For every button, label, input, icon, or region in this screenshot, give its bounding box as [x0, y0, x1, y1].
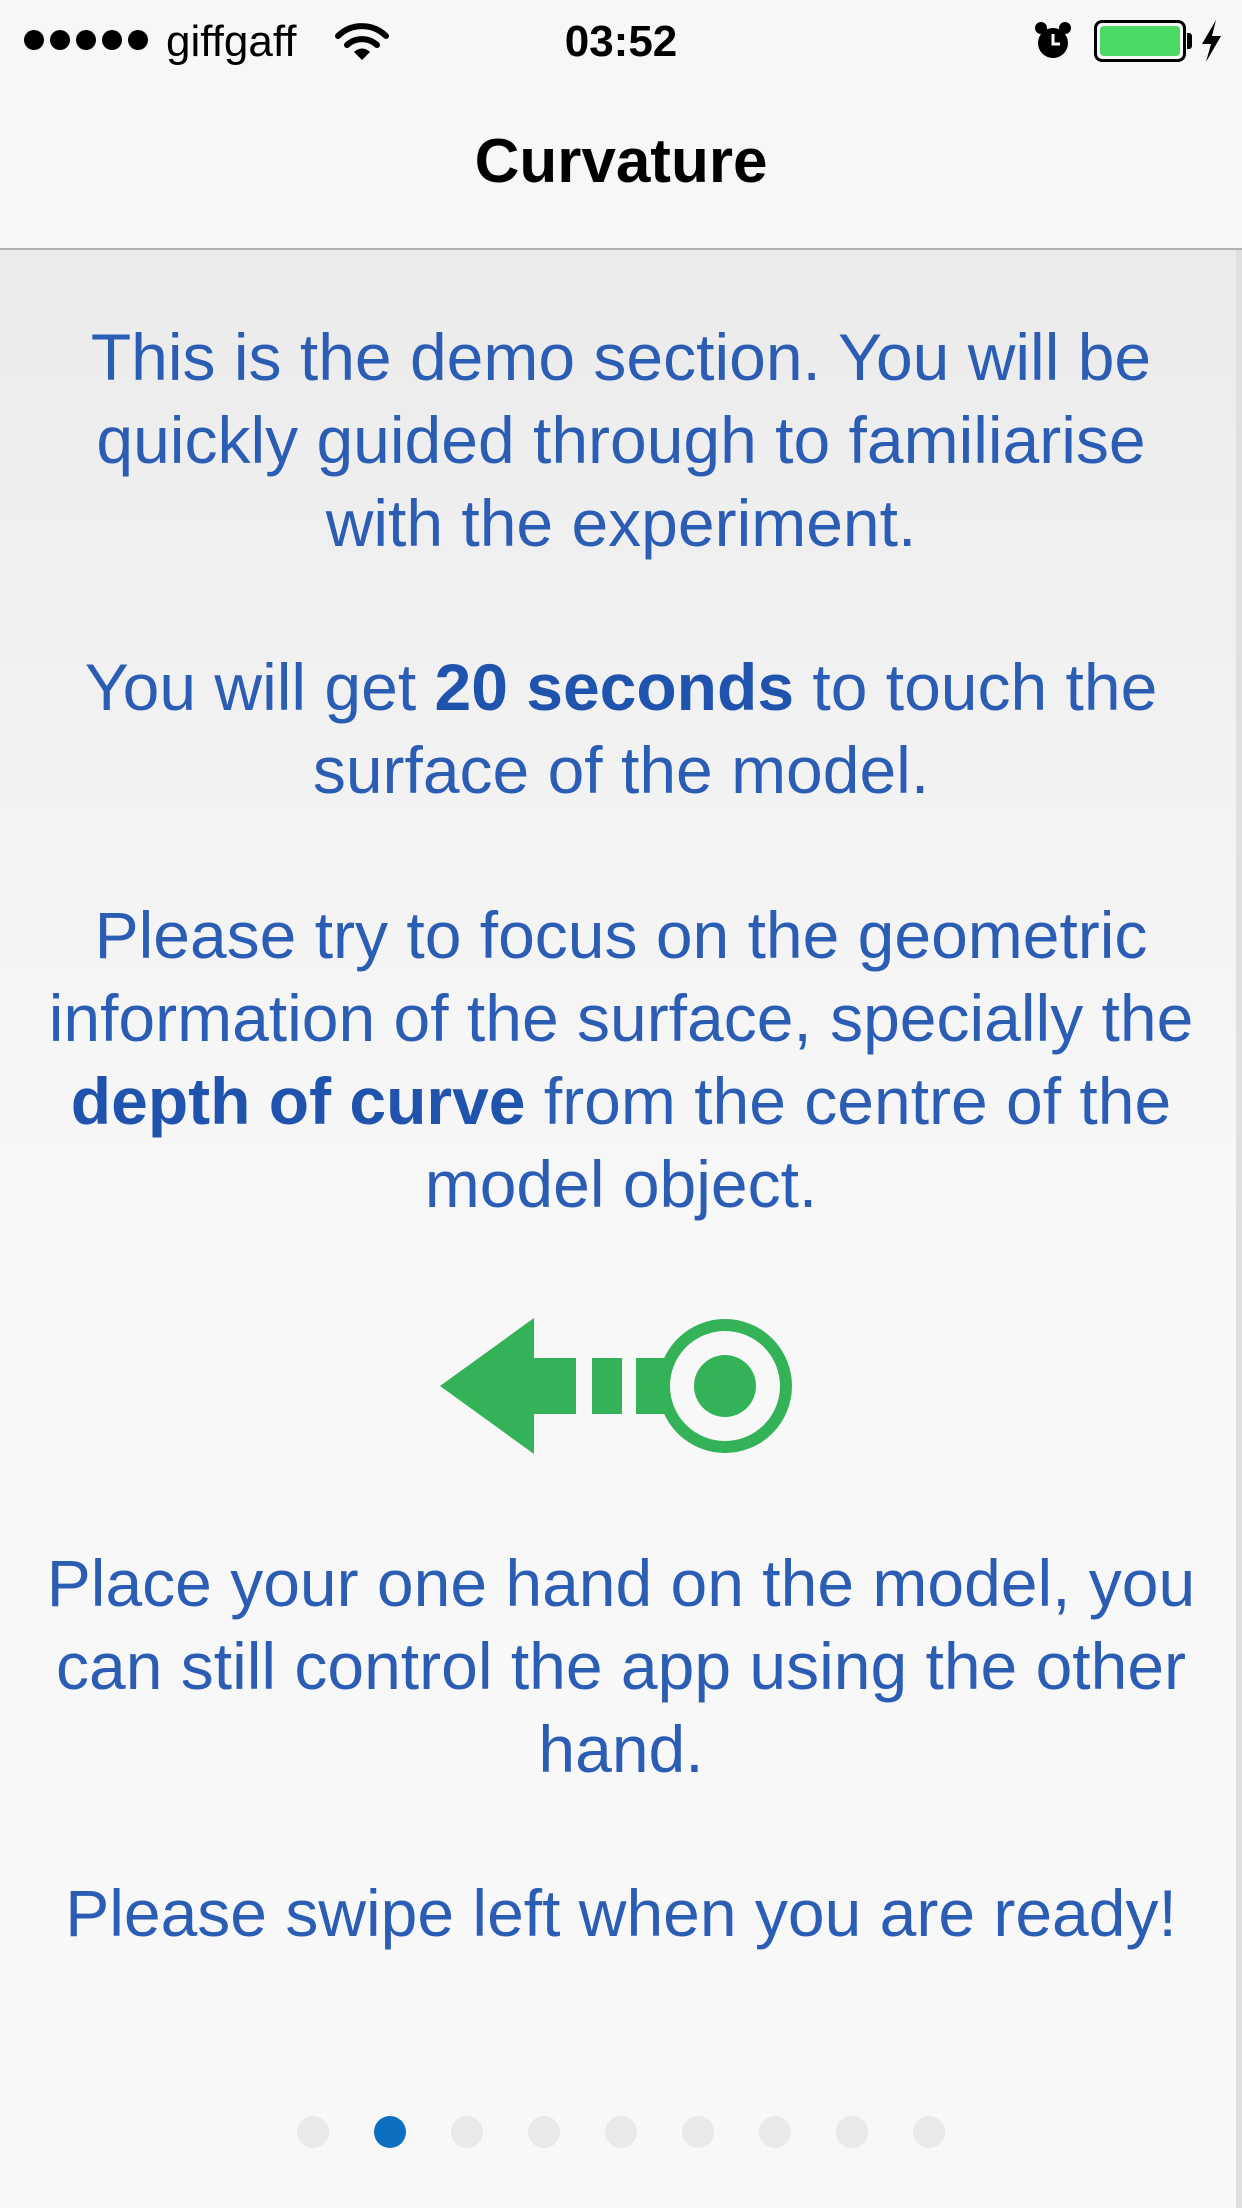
- charging-bolt-icon: [1202, 20, 1221, 62]
- hand-placement-paragraph: Place your one hand on the model, you ca…: [46, 1546, 1196, 1786]
- app-screen: giffgaff 03:52 Curvature This is the dem…: [0, 0, 1242, 2208]
- page-dot-1[interactable]: [297, 2116, 329, 2148]
- battery-icon: [1094, 20, 1186, 62]
- page-dot-5[interactable]: [605, 2116, 637, 2148]
- time-limit-bold: 20 seconds: [434, 650, 795, 724]
- scroll-track: [1236, 250, 1242, 2208]
- status-bar: giffgaff 03:52: [0, 0, 1242, 82]
- page-dot-6[interactable]: [682, 2116, 714, 2148]
- page-dot-4[interactable]: [528, 2116, 560, 2148]
- swipe-instruction-paragraph: Please swipe left when you are ready!: [65, 1876, 1177, 1950]
- focus-paragraph: Please try to focus on the geometric inf…: [40, 894, 1202, 1226]
- navigation-bar: Curvature: [0, 82, 1242, 250]
- focus-bold: depth of curve: [70, 1064, 526, 1138]
- alarm-clock-icon: [1035, 22, 1071, 58]
- time-limit-paragraph: You will get 20 seconds to touch the sur…: [40, 646, 1202, 812]
- battery-level: [1100, 26, 1180, 56]
- page-dot-8[interactable]: [836, 2116, 868, 2148]
- page-control[interactable]: [0, 2116, 1242, 2148]
- page-title: Curvature: [474, 127, 768, 196]
- intro-paragraph: This is the demo section. You will be qu…: [90, 320, 1152, 560]
- page-dot-3[interactable]: [451, 2116, 483, 2148]
- battery-tip: [1187, 33, 1192, 49]
- time-limit-text-start: You will get: [84, 650, 435, 724]
- page-dot-2[interactable]: [374, 2116, 406, 2148]
- swipe-left-arrow-icon: [440, 1318, 792, 1454]
- page-dot-9[interactable]: [913, 2116, 945, 2148]
- focus-text-end: from the centre of the model object.: [424, 1064, 1172, 1221]
- focus-text-start: Please try to focus on the geometric inf…: [48, 898, 1194, 1055]
- page-dot-7[interactable]: [759, 2116, 791, 2148]
